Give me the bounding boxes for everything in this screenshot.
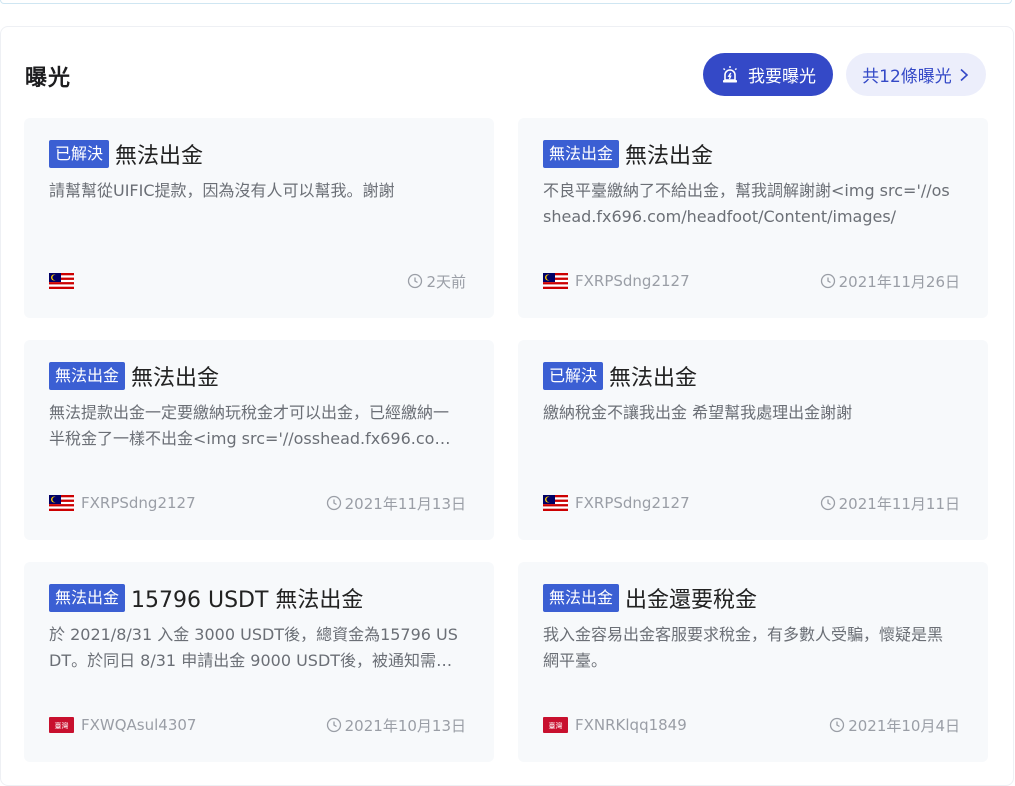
card-username: FXWQAsul4307 bbox=[81, 716, 197, 734]
card-username: FXRPSdng2127 bbox=[575, 494, 690, 512]
card-footer: FXRPSdng2127 2021年11月11日 bbox=[543, 493, 960, 513]
card-time-text: 2021年10月13日 bbox=[344, 716, 466, 735]
card-user: 臺灣 FXNRKlqq1849 bbox=[543, 716, 687, 734]
expose-button-label: 我要曝光 bbox=[748, 67, 816, 87]
card-username: FXNRKlqq1849 bbox=[575, 716, 687, 734]
card-footer: 2天前 bbox=[49, 271, 466, 291]
card-header: 已解決 無法出金 bbox=[49, 138, 203, 170]
card-user bbox=[49, 273, 81, 289]
card-username: FXRPSdng2127 bbox=[81, 494, 196, 512]
status-badge: 無法出金 bbox=[49, 584, 126, 612]
exposure-card[interactable]: 已解決 無法出金 繳納稅金不讓我出金 希望幫我處理出金謝謝 FXRPSdng21… bbox=[518, 340, 988, 540]
taiwan-flag-icon: 臺灣 bbox=[543, 717, 568, 733]
card-footer: FXRPSdng2127 2021年11月26日 bbox=[543, 271, 960, 291]
alarm-light-icon bbox=[720, 65, 740, 85]
status-badge: 無法出金 bbox=[543, 140, 620, 168]
card-user: FXRPSdng2127 bbox=[543, 494, 690, 512]
malaysia-flag-icon bbox=[543, 273, 568, 289]
card-time-text: 2天前 bbox=[426, 272, 466, 291]
card-time: 2021年10月13日 bbox=[326, 715, 466, 736]
clock-icon bbox=[820, 273, 836, 289]
card-time-text: 2021年10月4日 bbox=[848, 716, 960, 735]
card-description: 請幫幫從UIFIC提款，因為沒有人可以幫我。謝謝 bbox=[49, 181, 395, 200]
card-time-text: 2021年11月13日 bbox=[344, 494, 466, 513]
chevron-right-icon bbox=[958, 68, 970, 82]
malaysia-flag-icon bbox=[49, 495, 74, 511]
card-description: 繳納稅金不讓我出金 希望幫我處理出金謝謝 bbox=[543, 403, 853, 422]
card-user: 臺灣 FXWQAsul4307 bbox=[49, 716, 196, 734]
card-time: 2天前 bbox=[407, 271, 466, 292]
card-title: 15796 USDT 無法出金 bbox=[131, 588, 364, 613]
status-badge: 已解決 bbox=[543, 362, 604, 390]
flag-text: 臺灣 bbox=[549, 721, 563, 730]
card-title: 無法出金 bbox=[609, 366, 698, 391]
card-footer: 臺灣 FXNRKlqq1849 2021年10月4日 bbox=[543, 715, 960, 735]
exposure-card[interactable]: 已解決 無法出金 請幫幫從UIFIC提款，因為沒有人可以幫我。謝謝 2天前 bbox=[24, 118, 494, 318]
card-description: 我入金容易出金客服要求稅金，有多數人受騙，懷疑是黑網平臺。 bbox=[543, 625, 944, 670]
card-time-text: 2021年11月26日 bbox=[838, 272, 960, 291]
section-title: 曝光 bbox=[25, 66, 72, 91]
exposure-card[interactable]: 無法出金 無法出金 無法提款出金一定要繳納玩稅金才可以出金，已經繳納一半稅金了一… bbox=[24, 340, 494, 540]
flag-text: 臺灣 bbox=[55, 721, 69, 730]
exposure-card[interactable]: 無法出金 15796 USDT 無法出金 於 2021/8/31 入金 3000… bbox=[24, 562, 494, 762]
card-description: 不良平臺繳納了不給出金，幫我調解謝謝<img src='//osshead.fx… bbox=[543, 181, 950, 226]
card-header: 無法出金 無法出金 bbox=[49, 360, 219, 392]
clock-icon bbox=[407, 273, 423, 289]
taiwan-flag-icon: 臺灣 bbox=[49, 717, 74, 733]
card-time: 2021年10月4日 bbox=[829, 715, 960, 736]
card-header: 無法出金 15796 USDT 無法出金 bbox=[49, 582, 363, 614]
card-description: 於 2021/8/31 入金 3000 USDT後，總資金為15796 USDT… bbox=[49, 625, 458, 670]
clock-icon bbox=[829, 717, 845, 733]
card-username: FXRPSdng2127 bbox=[575, 272, 690, 290]
expose-button[interactable]: 我要曝光 bbox=[703, 53, 833, 96]
card-title: 無法出金 bbox=[115, 144, 204, 169]
card-header: 無法出金 無法出金 bbox=[543, 138, 713, 170]
top-panel-edge bbox=[0, 0, 1012, 4]
card-user: FXRPSdng2127 bbox=[49, 494, 196, 512]
status-badge: 已解決 bbox=[49, 140, 110, 168]
card-footer: 臺灣 FXWQAsul4307 2021年10月13日 bbox=[49, 715, 466, 735]
clock-icon bbox=[326, 717, 342, 733]
card-header: 已解決 無法出金 bbox=[543, 360, 697, 392]
card-time: 2021年11月13日 bbox=[326, 493, 466, 514]
clock-icon bbox=[820, 495, 836, 511]
card-title: 無法出金 bbox=[625, 144, 714, 169]
clock-icon bbox=[326, 495, 342, 511]
card-time-text: 2021年11月11日 bbox=[838, 494, 960, 513]
card-header: 無法出金 出金還要稅金 bbox=[543, 582, 757, 614]
status-badge: 無法出金 bbox=[49, 362, 126, 390]
card-title: 無法出金 bbox=[131, 366, 220, 391]
card-title: 出金還要稅金 bbox=[625, 588, 758, 613]
card-footer: FXRPSdng2127 2021年11月13日 bbox=[49, 493, 466, 513]
card-time: 2021年11月26日 bbox=[820, 271, 960, 292]
exposure-card[interactable]: 無法出金 出金還要稅金 我入金容易出金客服要求稅金，有多數人受騙，懷疑是黑網平臺… bbox=[518, 562, 988, 762]
status-badge: 無法出金 bbox=[543, 584, 620, 612]
malaysia-flag-icon bbox=[49, 273, 74, 289]
exposure-card[interactable]: 無法出金 無法出金 不良平臺繳納了不給出金，幫我調解謝謝<img src='//… bbox=[518, 118, 988, 318]
card-description: 無法提款出金一定要繳納玩稅金才可以出金，已經繳納一半稅金了一樣不出金<img s… bbox=[49, 403, 450, 448]
exposure-count-label: 共12條曝光 bbox=[862, 67, 952, 87]
card-user: FXRPSdng2127 bbox=[543, 272, 690, 290]
card-time: 2021年11月11日 bbox=[820, 493, 960, 514]
malaysia-flag-icon bbox=[543, 495, 568, 511]
exposure-count-button[interactable]: 共12條曝光 bbox=[846, 53, 986, 96]
